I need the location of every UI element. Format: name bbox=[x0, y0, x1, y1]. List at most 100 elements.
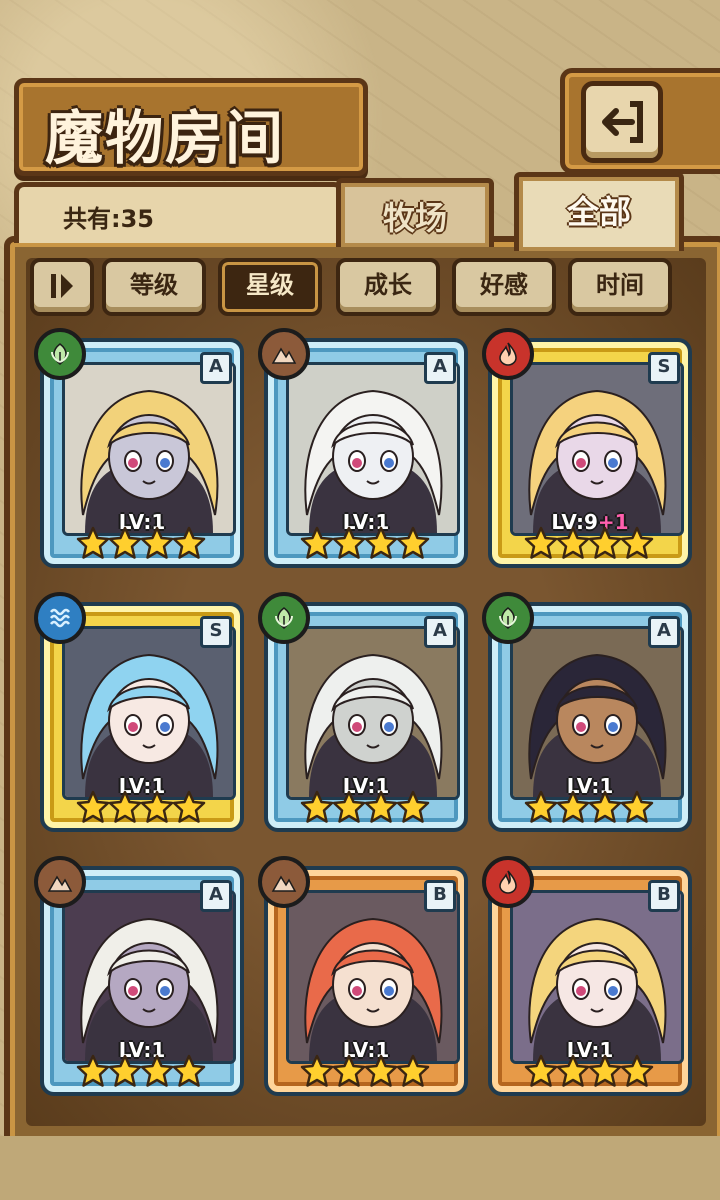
star-icon bbox=[300, 790, 334, 823]
rank-badge: A bbox=[424, 352, 456, 384]
star-icon bbox=[332, 790, 366, 823]
element-badge bbox=[258, 856, 310, 908]
title-plate: 魔物房间 bbox=[14, 78, 368, 176]
star-icon bbox=[140, 526, 174, 559]
star-icon bbox=[588, 790, 622, 823]
flame-element-icon bbox=[499, 870, 517, 894]
rank-badge: A bbox=[648, 616, 680, 648]
back-plate bbox=[560, 68, 720, 174]
star-icon bbox=[76, 526, 110, 559]
leaf-element-icon bbox=[499, 607, 517, 629]
star-icon bbox=[556, 790, 590, 823]
mountain-element-icon bbox=[271, 875, 297, 892]
rank-badge: A bbox=[200, 880, 232, 912]
element-badge bbox=[482, 592, 534, 644]
star-icon bbox=[172, 526, 206, 559]
mountain-element-icon bbox=[271, 347, 297, 364]
flame-element-icon bbox=[499, 342, 517, 366]
star-icon bbox=[396, 790, 430, 823]
star-icon bbox=[524, 526, 558, 559]
back-arrow-icon bbox=[602, 101, 643, 143]
back-button[interactable] bbox=[581, 81, 663, 163]
monster-card[interactable]: A LV:1 bbox=[258, 592, 470, 834]
sort-level-button[interactable]: 等级 bbox=[102, 258, 206, 316]
star-icon bbox=[332, 526, 366, 559]
star-rating bbox=[524, 790, 654, 830]
rank-badge: B bbox=[648, 880, 680, 912]
star-icon bbox=[620, 790, 654, 823]
star-icon bbox=[364, 790, 398, 823]
leaf-element-icon bbox=[275, 607, 293, 629]
tab-all-label: 全部 bbox=[566, 193, 631, 231]
monster-card[interactable]: A LV:1 bbox=[34, 856, 246, 1098]
star-icon bbox=[140, 1054, 174, 1087]
star-rating bbox=[76, 1054, 206, 1094]
star-icon bbox=[108, 526, 142, 559]
rank-badge: S bbox=[200, 616, 232, 648]
monster-card[interactable]: B LV:1 bbox=[258, 856, 470, 1098]
star-icon bbox=[620, 1054, 654, 1087]
sort-order-toggle[interactable] bbox=[30, 258, 94, 316]
star-icon bbox=[364, 526, 398, 559]
monster-count: 共有:35 bbox=[63, 205, 154, 233]
sort-growth-button[interactable]: 成长 bbox=[336, 258, 440, 316]
star-rating bbox=[300, 790, 430, 830]
sort-affection-button[interactable]: 好感 bbox=[452, 258, 556, 316]
star-icon bbox=[620, 526, 654, 559]
star-icon bbox=[588, 526, 622, 559]
star-icon bbox=[76, 1054, 110, 1087]
monster-card[interactable]: A LV:1 bbox=[34, 328, 246, 570]
star-icon bbox=[556, 1054, 590, 1087]
star-icon bbox=[524, 1054, 558, 1087]
star-rating bbox=[76, 790, 206, 830]
star-icon bbox=[300, 1054, 334, 1087]
element-badge bbox=[34, 328, 86, 380]
element-badge bbox=[482, 328, 534, 380]
element-badge bbox=[258, 328, 310, 380]
element-badge bbox=[34, 856, 86, 908]
tab-ranch-label: 牧场 bbox=[382, 199, 447, 237]
tab-ranch[interactable]: 牧场 bbox=[336, 178, 494, 247]
star-icon bbox=[396, 526, 430, 559]
monster-count-bar: 共有:35 bbox=[14, 182, 344, 243]
water-element-icon bbox=[50, 608, 70, 628]
element-badge bbox=[482, 856, 534, 908]
star-icon bbox=[76, 790, 110, 823]
monster-card[interactable]: B LV:1 bbox=[482, 856, 694, 1098]
star-icon bbox=[524, 790, 558, 823]
star-icon bbox=[140, 790, 174, 823]
leaf-element-icon bbox=[51, 343, 69, 365]
star-icon bbox=[332, 1054, 366, 1087]
star-rating bbox=[524, 526, 654, 566]
pause-sort-icon bbox=[51, 274, 73, 298]
element-badge bbox=[34, 592, 86, 644]
sort-bar: 等级 星级 成长 好感 时间 bbox=[30, 258, 690, 316]
rank-badge: S bbox=[648, 352, 680, 384]
rank-badge: B bbox=[424, 880, 456, 912]
star-rating bbox=[76, 526, 206, 566]
star-icon bbox=[108, 790, 142, 823]
star-icon bbox=[556, 526, 590, 559]
element-badge bbox=[258, 592, 310, 644]
monster-card[interactable]: S LV:9+1 bbox=[482, 328, 694, 570]
tab-all[interactable]: 全部 bbox=[514, 172, 684, 251]
mountain-element-icon bbox=[47, 875, 73, 892]
bottom-strip bbox=[0, 1136, 720, 1200]
sort-time-button[interactable]: 时间 bbox=[568, 258, 672, 316]
page-title: 魔物房间 bbox=[45, 104, 286, 172]
star-icon bbox=[588, 1054, 622, 1087]
monster-card[interactable]: S LV:1 bbox=[34, 592, 246, 834]
star-icon bbox=[172, 790, 206, 823]
star-icon bbox=[172, 1054, 206, 1087]
rank-badge: A bbox=[424, 616, 456, 648]
star-icon bbox=[364, 1054, 398, 1087]
monster-card[interactable]: A LV:1 bbox=[258, 328, 470, 570]
star-rating bbox=[524, 1054, 654, 1094]
star-icon bbox=[300, 526, 334, 559]
rank-badge: A bbox=[200, 352, 232, 384]
sort-star-button[interactable]: 星级 bbox=[218, 258, 322, 316]
monster-card[interactable]: A LV:1 bbox=[482, 592, 694, 834]
star-rating bbox=[300, 1054, 430, 1094]
star-rating bbox=[300, 526, 430, 566]
star-icon bbox=[108, 1054, 142, 1087]
